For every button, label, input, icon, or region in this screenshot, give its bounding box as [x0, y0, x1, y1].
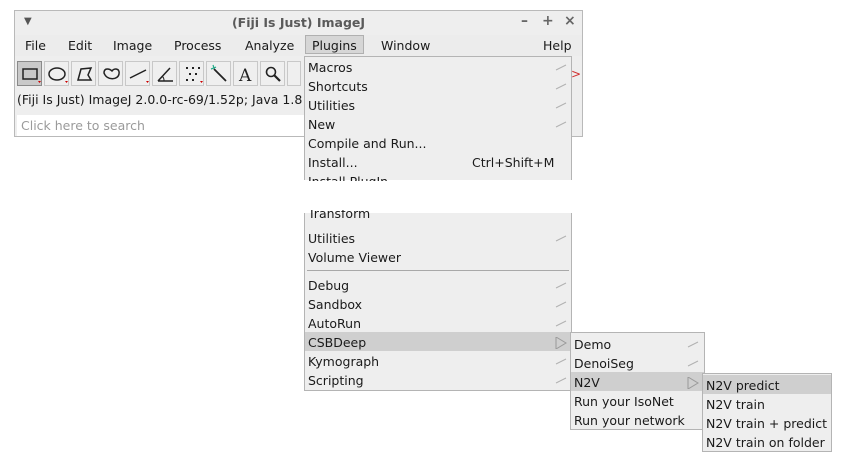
menu-item-run-network[interactable]: Run your network: [571, 410, 704, 429]
magnifier-tool-icon[interactable]: [260, 61, 285, 86]
plugins-menu-top: Macros Shortcuts Utilities New Compile a…: [304, 56, 572, 181]
menu-bar: File Edit Image Process Analyze Plugins …: [15, 35, 582, 56]
multipoint-tool-icon[interactable]: [179, 61, 204, 86]
menu-item-install[interactable]: Install... Ctrl+Shift+M: [305, 152, 571, 171]
menu-item-volume-viewer[interactable]: Volume Viewer: [305, 247, 571, 266]
angle-tool-icon[interactable]: [152, 61, 177, 86]
menu-item-scripting[interactable]: Scripting: [305, 370, 571, 389]
wand-tool-icon[interactable]: [206, 61, 231, 86]
plugins-menu-bottom: Transform Utilities Volume Viewer Debug …: [304, 210, 572, 391]
menu-item-transform[interactable]: Transform: [305, 210, 571, 223]
polygon-tool-icon[interactable]: [71, 61, 96, 86]
menu-item-debug[interactable]: Debug: [305, 275, 571, 294]
n2v-submenu: N2V predict N2V train N2V train + predic…: [702, 373, 832, 452]
close-button[interactable]: ×: [564, 13, 576, 29]
menu-item-macros[interactable]: Macros: [305, 57, 571, 76]
line-tool-icon[interactable]: [125, 61, 150, 86]
menu-item-install-plugin[interactable]: Install PlugIn...: [305, 171, 571, 181]
menu-help[interactable]: Help: [543, 38, 572, 53]
menu-item-n2v-train-folder[interactable]: N2V train on folder: [703, 432, 831, 451]
minimize-button[interactable]: –: [521, 13, 528, 29]
window-title: (Fiji Is Just) ImageJ: [231, 15, 366, 30]
csbdeep-submenu: Demo DenoiSeg N2V Run your IsoNet Run yo…: [570, 332, 705, 430]
menu-edit[interactable]: Edit: [68, 38, 92, 53]
scroll-tool-icon[interactable]: [287, 61, 301, 86]
menu-analyze[interactable]: Analyze: [245, 38, 294, 53]
menu-plugins[interactable]: Plugins: [305, 35, 364, 54]
menu-process[interactable]: Process: [174, 38, 221, 53]
more-tools-arrow-icon[interactable]: >: [571, 67, 581, 81]
oval-tool-icon[interactable]: [44, 61, 69, 86]
menu-item-csbdeep[interactable]: CSBDeep: [305, 332, 571, 351]
menu-image[interactable]: Image: [113, 38, 152, 53]
menu-item-kymograph[interactable]: Kymograph: [305, 351, 571, 370]
menu-window[interactable]: Window: [381, 38, 430, 53]
status-bar: (Fiji Is Just) ImageJ 2.0.0-rc-69/1.52p;…: [17, 92, 303, 107]
search-placeholder: Click here to search: [21, 118, 145, 133]
menu-separator: [307, 270, 569, 271]
menu-item-utilities[interactable]: Utilities: [305, 95, 571, 114]
freehand-tool-icon[interactable]: [98, 61, 123, 86]
menu-item-utilities-2[interactable]: Utilities: [305, 228, 571, 247]
menu-item-demo[interactable]: Demo: [571, 334, 704, 353]
menu-item-n2v[interactable]: N2V: [571, 372, 704, 391]
menu-item-autorun[interactable]: AutoRun: [305, 313, 571, 332]
menu-item-shortcuts[interactable]: Shortcuts: [305, 76, 571, 95]
maximize-button[interactable]: +: [542, 13, 554, 29]
rectangle-tool-icon[interactable]: [17, 61, 42, 86]
menu-item-denoiseg[interactable]: DenoiSeg: [571, 353, 704, 372]
menu-item-n2v-predict[interactable]: N2V predict: [703, 375, 831, 394]
menu-item-run-isonet[interactable]: Run your IsoNet: [571, 391, 704, 410]
menu-item-compile-and-run[interactable]: Compile and Run...: [305, 133, 571, 152]
menu-item-sandbox[interactable]: Sandbox: [305, 294, 571, 313]
menu-item-n2v-train[interactable]: N2V train: [703, 394, 831, 413]
menu-item-new[interactable]: New: [305, 114, 571, 133]
search-field[interactable]: Click here to search: [17, 115, 307, 136]
install-shortcut: Ctrl+Shift+M: [472, 155, 555, 170]
svg-text:A: A: [238, 66, 252, 86]
text-tool-icon[interactable]: A: [233, 61, 258, 86]
menu-item-n2v-train-predict[interactable]: N2V train + predict: [703, 413, 831, 432]
menu-file[interactable]: File: [25, 38, 46, 53]
title-bar[interactable]: ▼ (Fiji Is Just) ImageJ – + ×: [15, 11, 582, 34]
